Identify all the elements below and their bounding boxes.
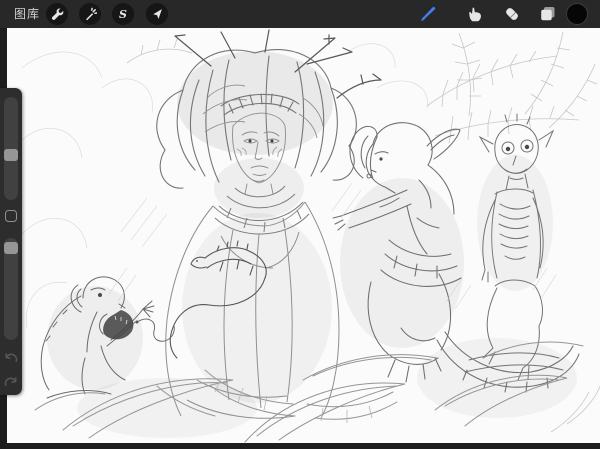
brush-size-slider[interactable] [4, 97, 18, 200]
smudge-tool-button[interactable] [465, 4, 485, 24]
layers-icon [538, 4, 558, 24]
eraser-icon [502, 4, 522, 24]
adjustments-button[interactable] [79, 3, 101, 25]
redo-button[interactable] [3, 374, 19, 390]
modify-button[interactable] [5, 210, 17, 222]
selection-button[interactable]: S [112, 3, 134, 25]
opacity-slider[interactable] [4, 238, 18, 340]
wrench-icon [50, 7, 64, 21]
color-button[interactable] [566, 3, 588, 25]
brush-size-handle[interactable] [4, 149, 18, 161]
transform-arrow-icon [150, 7, 164, 21]
left-sidebar [0, 88, 22, 395]
magic-wand-icon [83, 7, 97, 21]
undo-arrow-icon [3, 350, 19, 366]
gallery-button[interactable]: 图库 [14, 0, 40, 28]
top-toolbar: 图库 S [0, 0, 600, 28]
smudge-finger-icon [465, 4, 485, 24]
layers-button[interactable] [538, 4, 558, 24]
actions-button[interactable] [46, 3, 68, 25]
artwork-sketch [7, 28, 600, 443]
opacity-handle[interactable] [4, 242, 18, 254]
erase-tool-button[interactable] [502, 4, 522, 24]
canvas[interactable] [7, 28, 600, 443]
brush-icon [418, 4, 438, 24]
redo-arrow-icon [3, 374, 19, 390]
paint-tool-button[interactable] [418, 4, 438, 24]
transform-button[interactable] [146, 3, 168, 25]
svg-text:S: S [119, 8, 127, 21]
selection-s-icon: S [116, 7, 130, 21]
undo-button[interactable] [3, 350, 19, 366]
procreate-window: 图库 S [0, 0, 600, 449]
